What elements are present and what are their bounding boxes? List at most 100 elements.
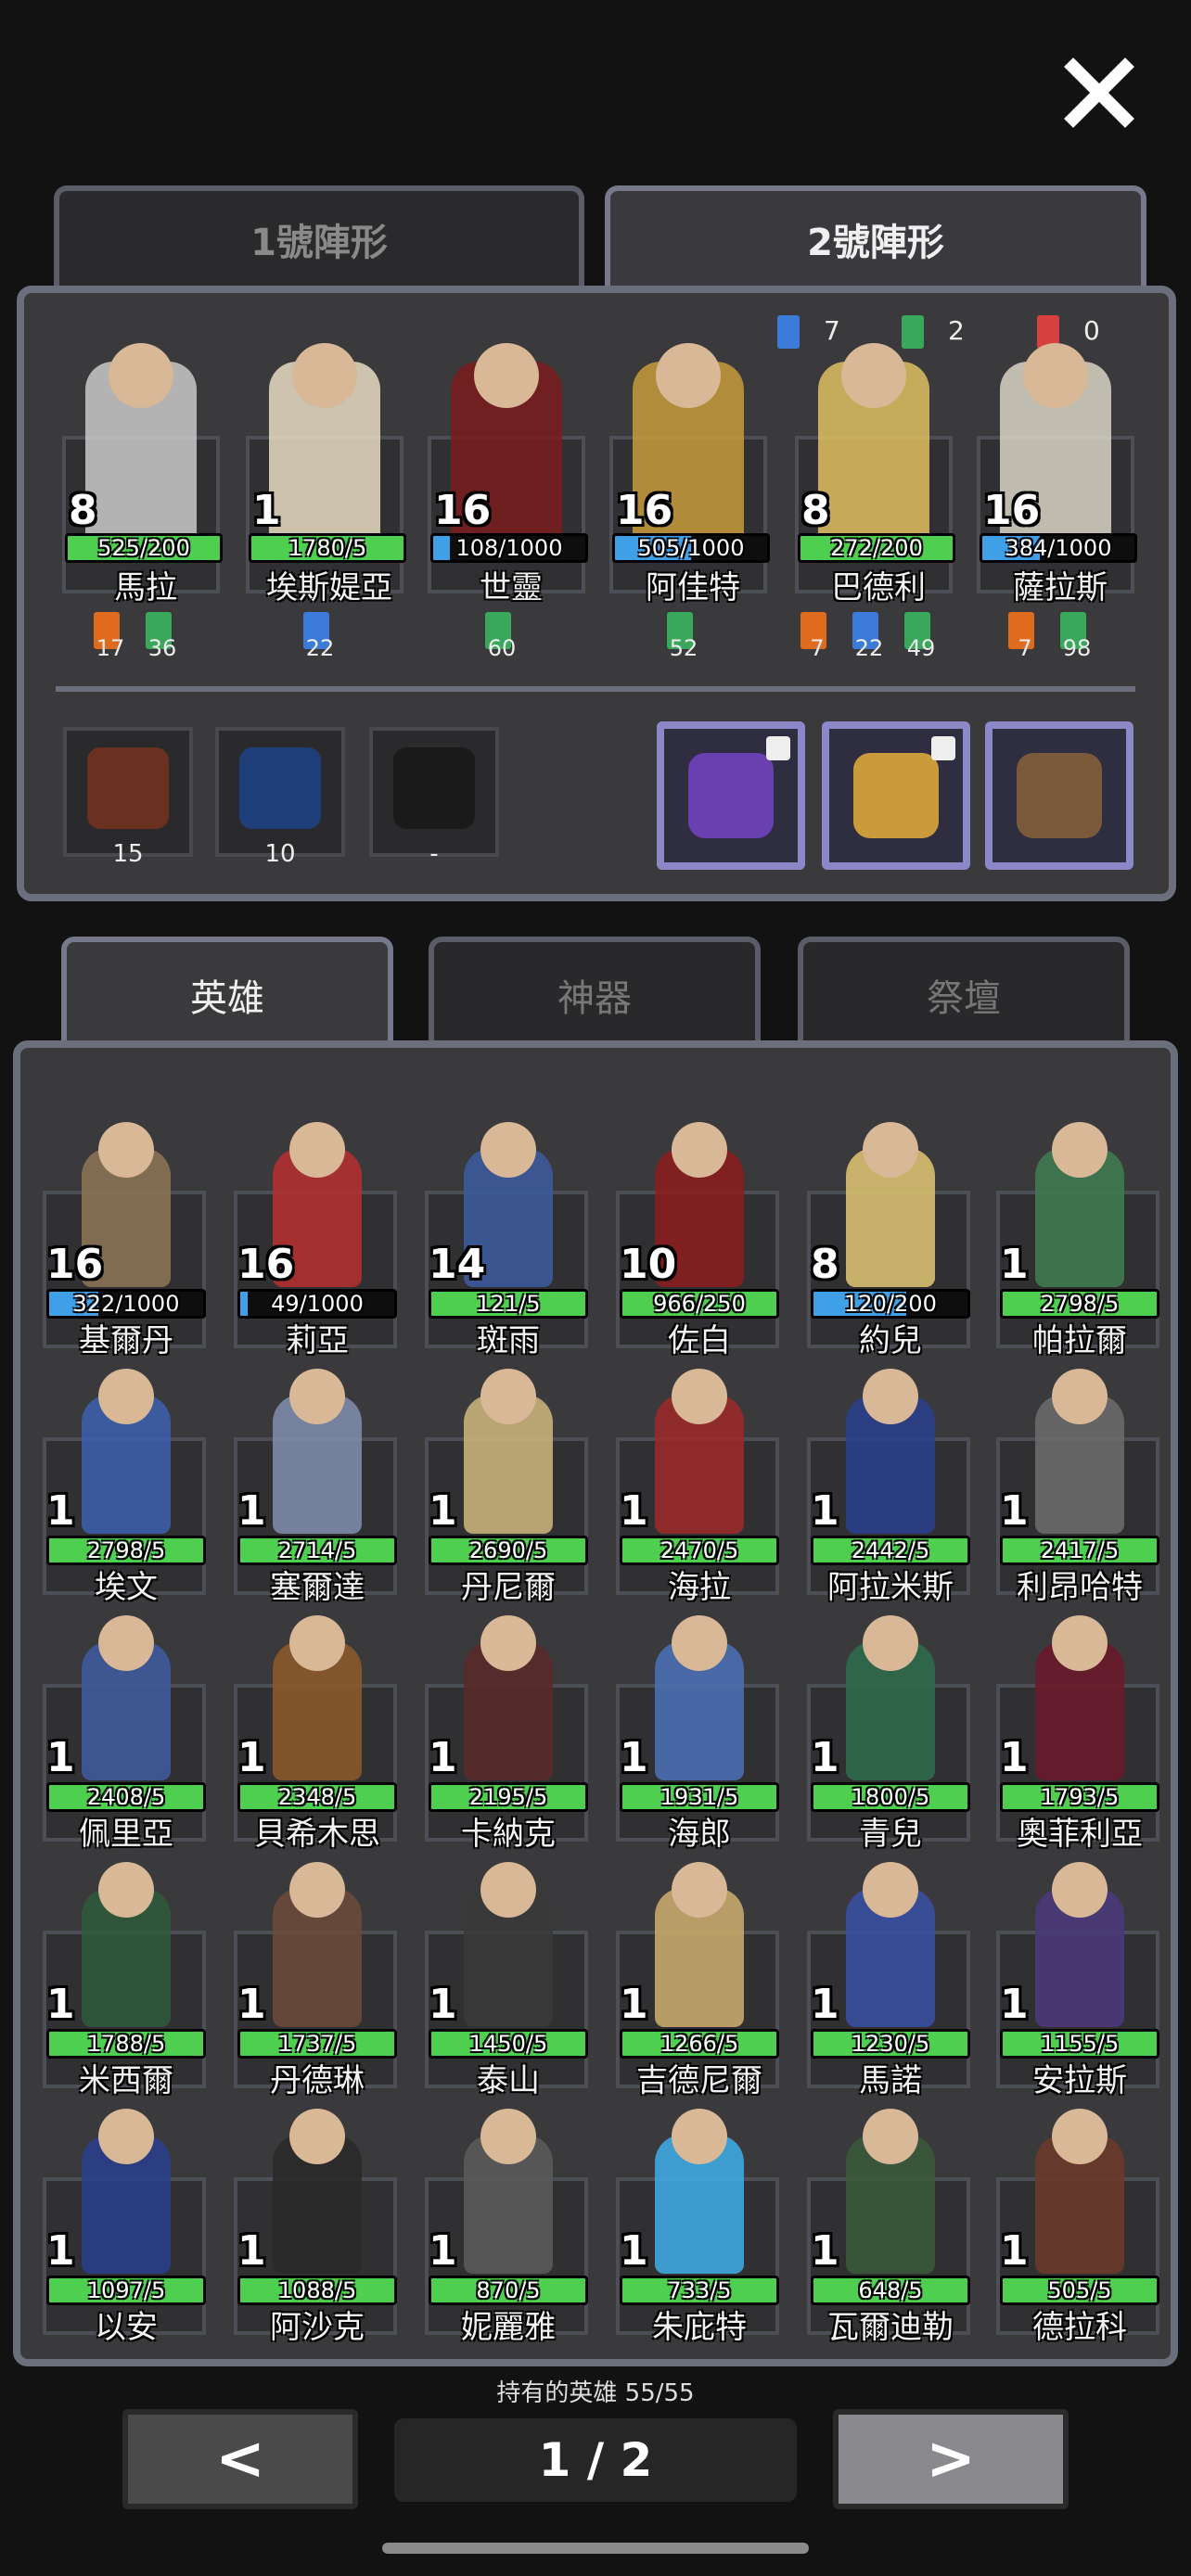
hero-progress-text: 966/250 bbox=[653, 1291, 746, 1317]
hero-card[interactable]: 1 2470/5 海拉 bbox=[610, 1350, 787, 1606]
hero-progress-text: 1737/5 bbox=[277, 2031, 357, 2057]
hero-card[interactable]: 16 322/1000 基爾丹 bbox=[37, 1103, 213, 1359]
hero-card[interactable]: 1 2408/5 佩里亞 bbox=[37, 1597, 213, 1853]
hero-name: 馬拉 bbox=[114, 569, 177, 606]
hero-name: 薩拉斯 bbox=[1013, 569, 1108, 606]
hero-progress-text: 2442/5 bbox=[851, 1537, 930, 1563]
purple-mask-icon[interactable] bbox=[657, 721, 805, 870]
hero-level: 16 bbox=[46, 1241, 104, 1288]
hero-portrait-head bbox=[480, 1615, 536, 1671]
dark-armor-icon[interactable] bbox=[63, 727, 193, 857]
hero-level: 1 bbox=[811, 1734, 839, 1781]
tab-heroes-label: 英雄 bbox=[190, 977, 264, 1020]
hero-card[interactable]: 1 2417/5 利昂哈特 bbox=[991, 1350, 1167, 1606]
team-hero-card[interactable]: 8 272/200 巴德利 7 22 49 bbox=[790, 343, 957, 661]
hero-portrait-head bbox=[1052, 1122, 1108, 1178]
hero-card[interactable]: 14 121/5 斑雨 bbox=[419, 1103, 596, 1359]
hero-card[interactable]: 16 49/1000 莉亞 bbox=[228, 1103, 404, 1359]
hero-card[interactable]: 1 505/5 德拉科 bbox=[991, 2090, 1167, 2346]
hero-card[interactable]: 1 648/5 瓦爾迪勒 bbox=[801, 2090, 978, 2346]
golden-scope-icon[interactable] bbox=[822, 721, 970, 870]
hero-name: 巴德利 bbox=[831, 569, 926, 606]
hero-name: 阿佳特 bbox=[646, 569, 740, 606]
tab-formation-2[interactable]: 2號陣形 bbox=[605, 185, 1146, 287]
hero-trait-value: 36 bbox=[147, 635, 177, 661]
hero-card[interactable]: 1 1230/5 馬諾 bbox=[801, 1843, 978, 2099]
hero-portrait-head bbox=[480, 2109, 536, 2164]
hero-portrait-head bbox=[98, 2109, 154, 2164]
close-icon[interactable] bbox=[1062, 56, 1136, 130]
hero-card[interactable]: 1 2195/5 卡納克 bbox=[419, 1597, 596, 1853]
hero-card[interactable]: 1 1788/5 米西爾 bbox=[37, 1843, 213, 2099]
hero-progress-text: 1780/5 bbox=[288, 535, 367, 561]
next-page-button[interactable]: > bbox=[833, 2409, 1069, 2509]
hero-card[interactable]: 1 1088/5 阿沙克 bbox=[228, 2090, 404, 2346]
empty-slot-icon[interactable] bbox=[369, 727, 499, 857]
hero-card[interactable]: 1 2442/5 阿拉米斯 bbox=[801, 1350, 978, 1606]
tab-heroes[interactable]: 英雄 bbox=[61, 937, 393, 1048]
hero-card[interactable]: 1 1793/5 奧菲利亞 bbox=[991, 1597, 1167, 1853]
hero-progress-text: 1088/5 bbox=[277, 2277, 357, 2303]
hero-progress-text: 108/1000 bbox=[455, 535, 563, 561]
hero-portrait-head bbox=[289, 1615, 345, 1671]
team-hero-card[interactable]: 16 505/1000 阿佳特 52 bbox=[605, 343, 772, 661]
hero-card[interactable]: 1 2798/5 埃文 bbox=[37, 1350, 213, 1606]
hero-level: 8 bbox=[801, 487, 830, 534]
hero-level: 1 bbox=[811, 1981, 839, 2028]
hero-progress-text: 2798/5 bbox=[1040, 1291, 1120, 1317]
prev-page-label: < bbox=[215, 2425, 265, 2493]
hero-portrait-head bbox=[841, 343, 906, 408]
hero-level: 14 bbox=[429, 1241, 486, 1288]
hero-card[interactable]: 1 1450/5 泰山 bbox=[419, 1843, 596, 2099]
hero-level: 1 bbox=[237, 1981, 266, 2028]
hero-card[interactable]: 1 2690/5 丹尼爾 bbox=[419, 1350, 596, 1606]
hero-card[interactable]: 10 966/250 佐白 bbox=[610, 1103, 787, 1359]
hero-level: 1 bbox=[429, 1487, 457, 1535]
hero-card[interactable]: 1 1097/5 以安 bbox=[37, 2090, 213, 2346]
team-hero-card[interactable]: 1 1780/5 埃斯媞亞 22 bbox=[241, 343, 408, 661]
page-indicator: 1 / 2 bbox=[394, 2418, 797, 2502]
hero-progress-text: 1450/5 bbox=[468, 2031, 548, 2057]
relic-art bbox=[853, 753, 939, 838]
hero-progress-text: 2195/5 bbox=[468, 1784, 548, 1810]
hero-card[interactable]: 1 1155/5 安拉斯 bbox=[991, 1843, 1167, 2099]
hero-card[interactable]: 1 733/5 朱庇特 bbox=[610, 2090, 787, 2346]
team-hero-card[interactable]: 8 525/200 馬拉 17 36 bbox=[58, 343, 224, 661]
hero-card[interactable]: 1 2798/5 帕拉爾 bbox=[991, 1103, 1167, 1359]
equipment-count: - bbox=[429, 840, 439, 868]
hero-level: 1 bbox=[237, 2227, 266, 2275]
hero-card[interactable]: 1 1266/5 吉德尼爾 bbox=[610, 1843, 787, 2099]
hero-progress-text: 2690/5 bbox=[468, 1537, 548, 1563]
hero-card[interactable]: 1 1737/5 丹德琳 bbox=[228, 1843, 404, 2099]
hero-card[interactable]: 1 1931/5 海郎 bbox=[610, 1597, 787, 1853]
hero-portrait-head bbox=[863, 1369, 918, 1424]
home-indicator[interactable] bbox=[382, 2543, 809, 2554]
team-hero-card[interactable]: 16 384/1000 薩拉斯 7 98 bbox=[972, 343, 1139, 661]
hero-portrait-head bbox=[289, 2109, 345, 2164]
hero-portrait-head bbox=[98, 1615, 154, 1671]
spiked-log-icon[interactable] bbox=[985, 721, 1133, 870]
hero-card[interactable]: 1 2348/5 貝希木思 bbox=[228, 1597, 404, 1853]
tab-altar[interactable]: 祭壇 bbox=[798, 937, 1130, 1048]
next-page-label: > bbox=[926, 2425, 976, 2493]
hero-level: 1 bbox=[237, 1487, 266, 1535]
hero-portrait-head bbox=[474, 343, 539, 408]
hero-level: 1 bbox=[1000, 1734, 1029, 1781]
hero-card[interactable]: 1 870/5 妮麗雅 bbox=[419, 2090, 596, 2346]
prev-page-button[interactable]: < bbox=[122, 2409, 358, 2509]
hero-card[interactable]: 1 2714/5 塞爾達 bbox=[228, 1350, 404, 1606]
hero-progress-bar: 505/1000 bbox=[612, 533, 770, 563]
hero-card[interactable]: 8 120/200 約兒 bbox=[801, 1103, 978, 1359]
hero-card[interactable]: 1 1800/5 青兒 bbox=[801, 1597, 978, 1853]
tab-artifacts-label: 神器 bbox=[557, 977, 632, 1020]
hero-level: 1 bbox=[429, 1981, 457, 2028]
hero-level: 1 bbox=[252, 487, 281, 534]
hero-trait-value: 22 bbox=[305, 635, 335, 661]
tab-formation-1[interactable]: 1號陣形 bbox=[54, 185, 584, 287]
tab-artifacts[interactable]: 神器 bbox=[429, 937, 761, 1048]
hero-progress-text: 384/1000 bbox=[1005, 535, 1112, 561]
team-hero-card[interactable]: 16 108/1000 世靈 60 bbox=[423, 343, 590, 661]
hero-progress-text: 1800/5 bbox=[851, 1784, 930, 1810]
hero-level: 16 bbox=[616, 487, 673, 534]
blue-armor-icon[interactable] bbox=[215, 727, 345, 857]
